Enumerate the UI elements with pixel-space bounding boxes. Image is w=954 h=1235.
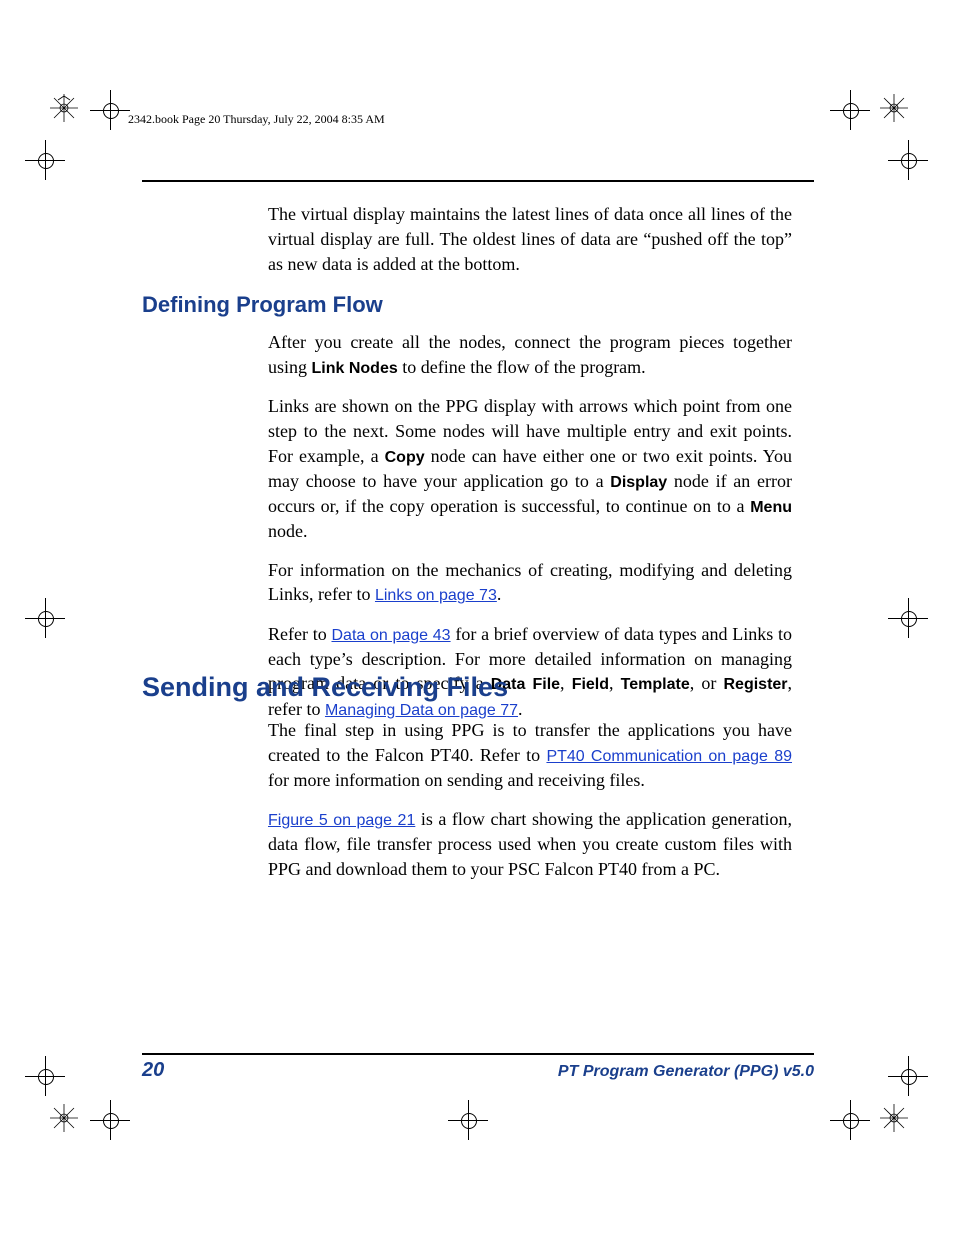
crop-mark-icon bbox=[90, 1100, 130, 1140]
bold-menu: Menu bbox=[750, 499, 792, 516]
header-rule bbox=[142, 180, 814, 182]
flow-p2: Links are shown on the PPG display with … bbox=[268, 394, 792, 544]
footer: 20 PT Program Generator (PPG) v5.0 bbox=[142, 1053, 814, 1082]
bold-copy: Copy bbox=[385, 449, 425, 466]
text: For information on the mechanics of crea… bbox=[268, 560, 792, 605]
send-p1: The final step in using PPG is to transf… bbox=[268, 718, 792, 793]
text: Refer to bbox=[268, 624, 331, 644]
crop-mark-icon bbox=[25, 598, 65, 638]
text: for more information on sending and rece… bbox=[268, 770, 645, 790]
link-figure-5-page-21[interactable]: Figure 5 on page 21 bbox=[268, 812, 415, 829]
text: , bbox=[560, 673, 572, 693]
flow-p1: After you create all the nodes, connect … bbox=[268, 330, 792, 380]
registration-sunburst-icon bbox=[880, 94, 908, 122]
link-data-page-43[interactable]: Data on page 43 bbox=[331, 627, 450, 644]
text: to define the flow of the program. bbox=[398, 357, 646, 377]
heading-defining-program-flow: Defining Program Flow bbox=[142, 292, 383, 318]
crop-mark-icon bbox=[25, 140, 65, 180]
flow-p3: For information on the mechanics of crea… bbox=[268, 558, 792, 608]
crop-mark-icon bbox=[888, 1056, 928, 1096]
page: 2342.book Page 20 Thursday, July 22, 200… bbox=[0, 0, 954, 1235]
crop-mark-icon bbox=[888, 140, 928, 180]
bold-display: Display bbox=[610, 474, 667, 491]
footer-rule bbox=[142, 1053, 814, 1055]
crop-mark-icon bbox=[830, 90, 870, 130]
bold-field: Field bbox=[572, 676, 609, 693]
registration-sunburst-icon bbox=[50, 1104, 78, 1132]
heading-sending-receiving-files: Sending and Receiving Files bbox=[142, 672, 508, 703]
send-p2: Figure 5 on page 21 is a flow chart show… bbox=[268, 807, 792, 882]
crop-mark-icon bbox=[90, 90, 130, 130]
text: , bbox=[609, 673, 621, 693]
link-pt40-communication-page-89[interactable]: PT40 Communication on page 89 bbox=[546, 748, 792, 765]
intro-block: The virtual display maintains the latest… bbox=[268, 202, 792, 290]
registration-sunburst-icon bbox=[50, 94, 78, 122]
send-block: The final step in using PPG is to transf… bbox=[268, 718, 792, 895]
footer-title: PT Program Generator (PPG) v5.0 bbox=[558, 1063, 814, 1081]
text: node. bbox=[268, 521, 308, 541]
text: . bbox=[518, 699, 523, 719]
page-number: 20 bbox=[142, 1059, 164, 1082]
link-managing-data-page-77[interactable]: Managing Data on page 77 bbox=[325, 702, 518, 719]
link-links-page-73[interactable]: Links on page 73 bbox=[375, 587, 497, 604]
crop-mark-icon bbox=[448, 1100, 488, 1140]
bold-register: Register bbox=[724, 676, 788, 693]
crop-mark-icon bbox=[888, 598, 928, 638]
intro-paragraph: The virtual display maintains the latest… bbox=[268, 202, 792, 276]
text: . bbox=[497, 584, 502, 604]
crop-mark-icon bbox=[830, 1100, 870, 1140]
registration-sunburst-icon bbox=[880, 1104, 908, 1132]
bold-link-nodes: Link Nodes bbox=[312, 360, 398, 377]
text: , or bbox=[690, 673, 724, 693]
crop-header-text: 2342.book Page 20 Thursday, July 22, 200… bbox=[128, 112, 385, 127]
bold-template: Template bbox=[621, 676, 690, 693]
crop-mark-icon bbox=[25, 1056, 65, 1096]
